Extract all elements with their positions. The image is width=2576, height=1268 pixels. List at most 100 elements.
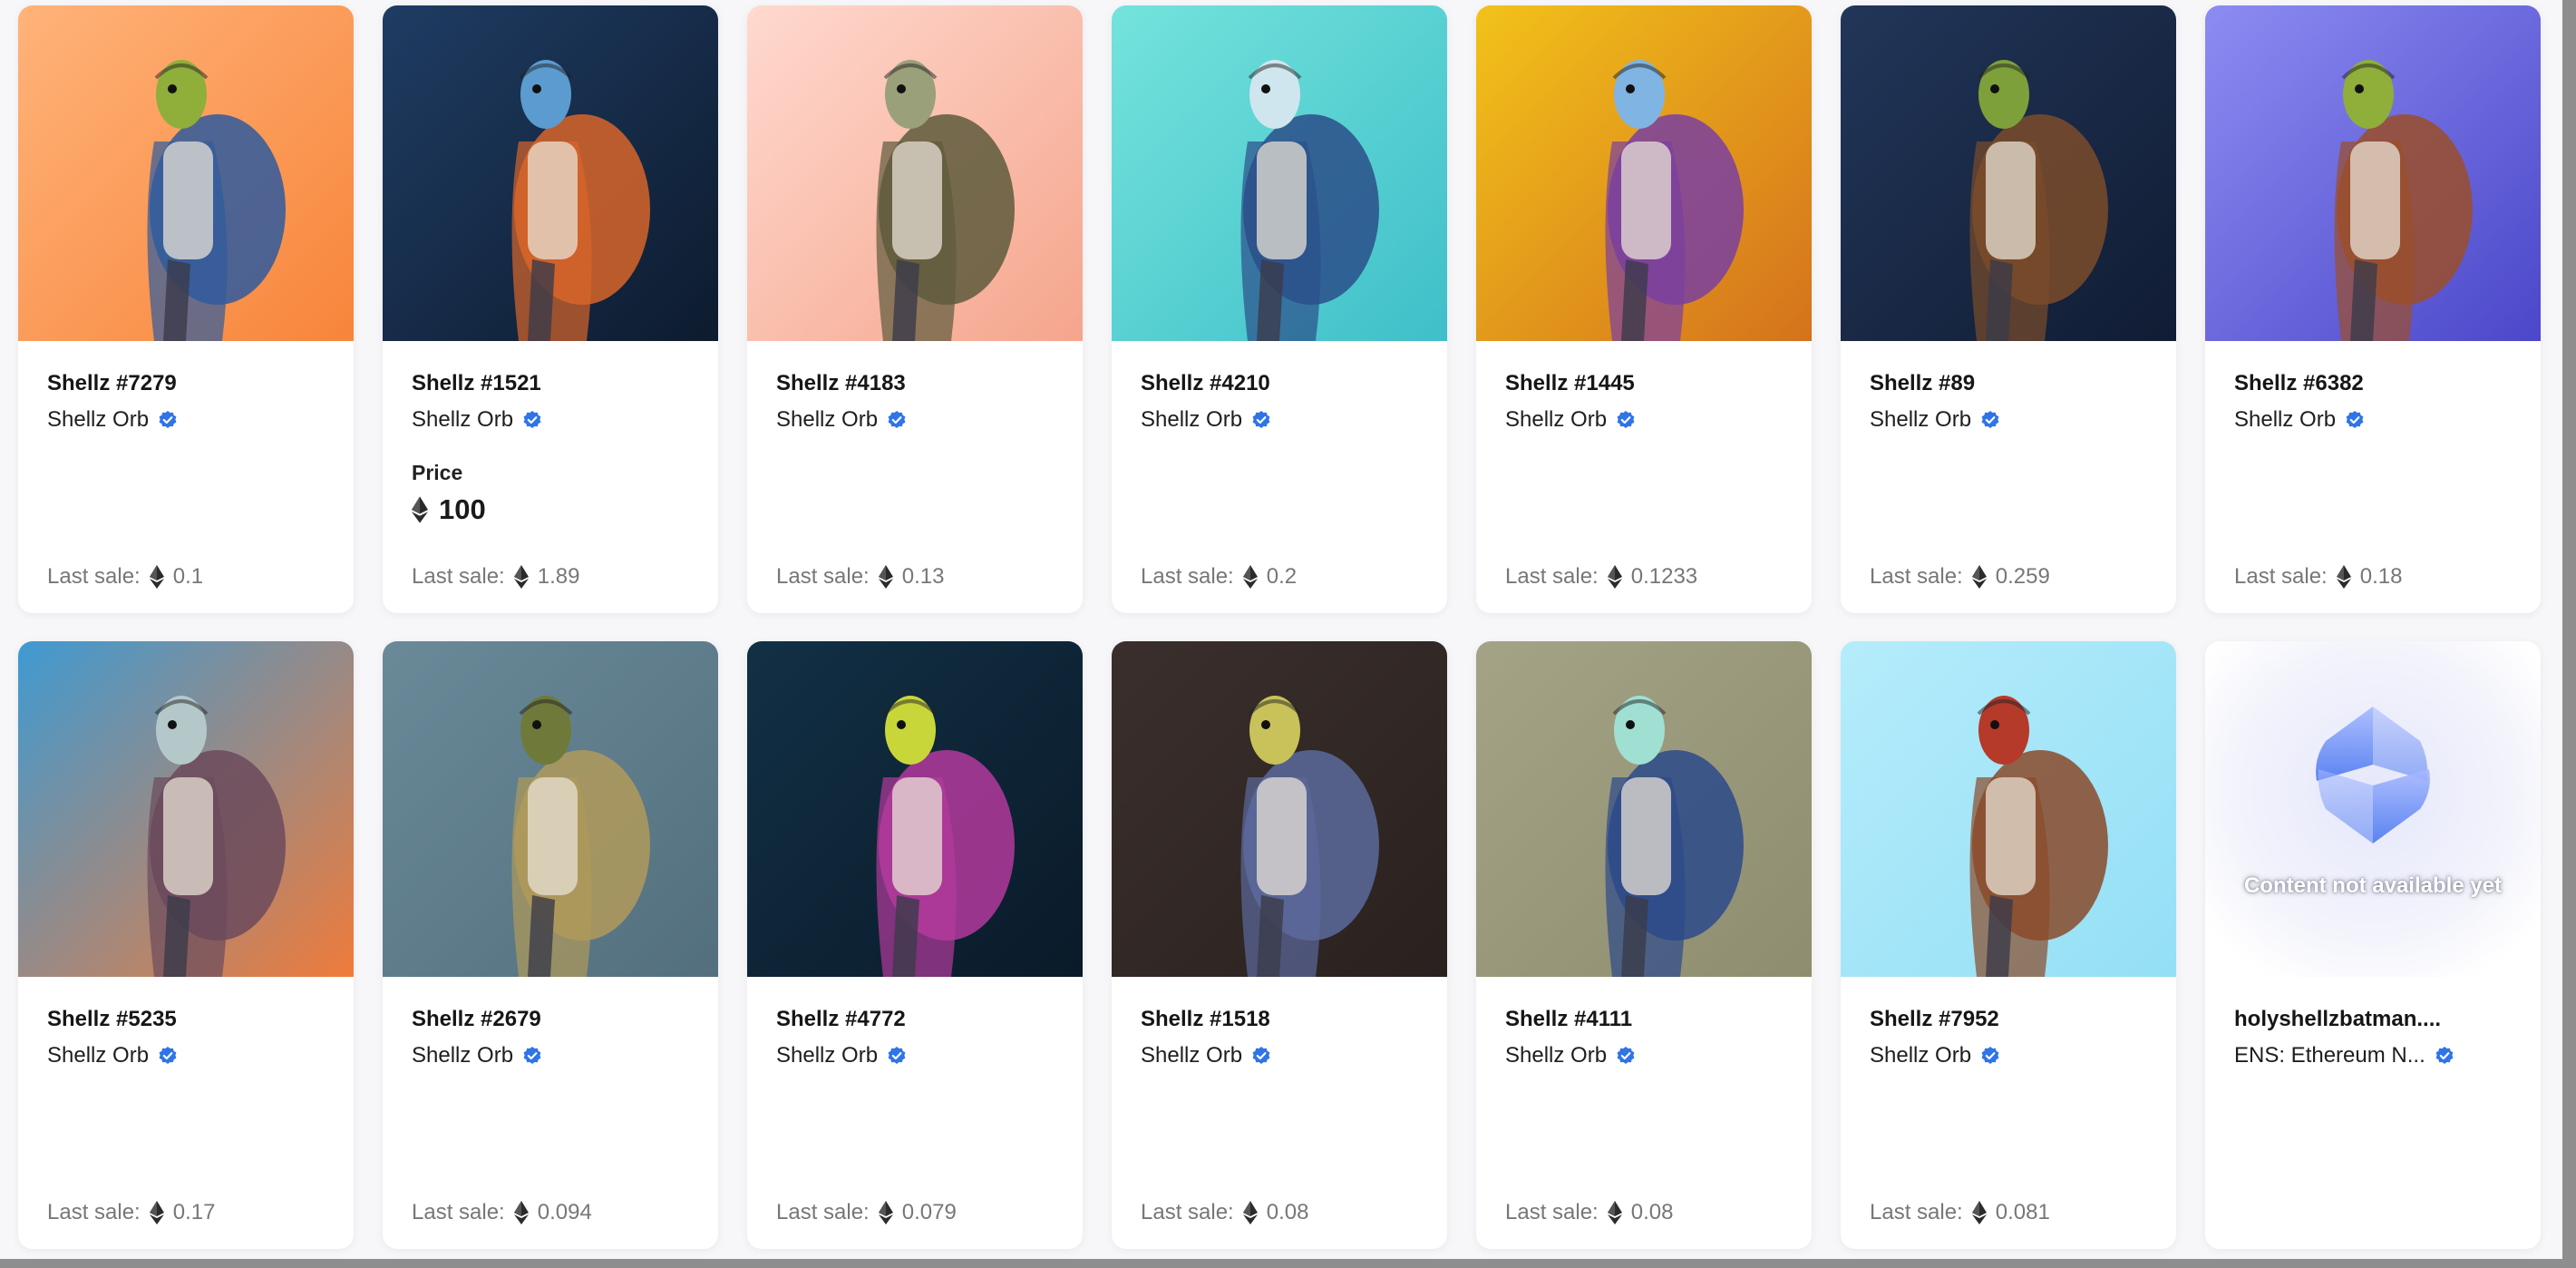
last-sale: Last sale: 0.259 — [1870, 564, 2050, 590]
last-sale-value: 0.1233 — [1630, 564, 1698, 589]
price-label: Price — [412, 461, 463, 484]
collection-name[interactable]: Shellz Orb — [776, 1042, 907, 1069]
collection-name[interactable]: Shellz Orb — [47, 1042, 178, 1069]
nft-name[interactable]: Shellz #7952 — [1870, 1007, 2142, 1032]
nft-image-placeholder[interactable]: Content not available yet — [2205, 641, 2541, 977]
ethereum-icon — [149, 1201, 164, 1224]
nft-image[interactable] — [1841, 641, 2176, 977]
last-sale: Last sale: 0.094 — [412, 1200, 592, 1225]
collection-name[interactable]: Shellz Orb — [1505, 406, 1636, 434]
last-sale: Last sale: 0.17 — [47, 1200, 215, 1225]
nft-card[interactable]: Shellz #4210 Shellz Orb Last sale: 0.2 — [1112, 5, 1447, 613]
ethereum-icon — [2336, 565, 2351, 589]
collection-name[interactable]: Shellz Orb — [412, 406, 542, 434]
ethereum-icon — [1971, 1201, 1987, 1224]
nft-image[interactable] — [1476, 5, 1812, 341]
nft-card[interactable]: Shellz #1521 Shellz Orb Price 100 Last sale:… — [383, 5, 718, 613]
last-sale: Last sale: 0.08 — [1505, 1200, 1673, 1225]
collection-name[interactable]: ENS: Ethereum N... — [2234, 1042, 2454, 1069]
nft-image[interactable] — [383, 641, 718, 977]
nft-name[interactable]: Shellz #2679 — [412, 1007, 684, 1032]
nft-name[interactable]: Shellz #7279 — [47, 371, 319, 396]
nft-name[interactable]: Shellz #4183 — [776, 371, 1048, 396]
nft-image[interactable] — [1841, 5, 2176, 341]
last-sale-value: 0.17 — [172, 1200, 216, 1224]
verified-check-icon — [887, 1046, 907, 1066]
collection-name[interactable]: Shellz Orb — [776, 406, 907, 434]
nft-name[interactable]: Shellz #5235 — [47, 1007, 319, 1032]
collection-name[interactable]: Shellz Orb — [47, 406, 178, 434]
ethereum-icon — [1242, 565, 1258, 589]
last-sale-value: 0.081 — [1995, 1200, 2050, 1224]
nft-name[interactable]: Shellz #4772 — [776, 1007, 1048, 1032]
last-sale-label: Last sale: — [1141, 564, 1234, 589]
last-sale: Last sale: 0.1233 — [1505, 564, 1697, 590]
last-sale: Last sale: 0.1 — [47, 564, 203, 590]
nft-card[interactable]: Shellz #7279 Shellz Orb Last sale: 0.1 — [18, 5, 354, 613]
last-sale-value: 0.08 — [1266, 1200, 1309, 1224]
verified-check-icon — [887, 410, 907, 430]
nft-card[interactable]: Shellz #4772 Shellz Orb Last sale: 0.079 — [747, 641, 1083, 1249]
nft-card[interactable]: Shellz #2679 Shellz Orb Last sale: 0.094 — [383, 641, 718, 1249]
collection-name[interactable]: Shellz Orb — [1870, 406, 2000, 434]
last-sale-value: 0.1 — [172, 564, 204, 589]
content-unavailable-text: Content not available yet — [2243, 873, 2503, 898]
nft-image[interactable] — [747, 5, 1083, 341]
last-sale: Last sale: 0.18 — [2234, 564, 2402, 590]
verified-check-icon — [522, 410, 542, 430]
nft-image[interactable] — [383, 5, 718, 341]
nft-name[interactable]: holyshellzbatman.... — [2234, 1007, 2506, 1032]
collection-name[interactable]: Shellz Orb — [412, 1042, 542, 1069]
nft-card[interactable]: Shellz #1445 Shellz Orb Last sale: 0.1233 — [1476, 5, 1812, 613]
last-sale: Last sale: 0.079 — [776, 1200, 957, 1225]
nft-card[interactable]: Content not available yet holyshellzbatma… — [2205, 641, 2541, 1249]
ethereum-icon — [513, 565, 529, 589]
nft-name[interactable]: Shellz #1445 — [1505, 371, 1777, 396]
nft-card[interactable]: Shellz #89 Shellz Orb Last sale: 0.259 — [1841, 5, 2176, 613]
verified-check-icon — [158, 1046, 178, 1066]
last-sale-label: Last sale: — [47, 564, 141, 589]
last-sale: Last sale: 0.2 — [1141, 564, 1297, 590]
nft-image[interactable] — [1112, 5, 1447, 341]
last-sale: Last sale: 1.89 — [412, 564, 579, 590]
nft-name[interactable]: Shellz #6382 — [2234, 371, 2506, 396]
collection-name[interactable]: Shellz Orb — [2234, 406, 2365, 434]
nft-card[interactable]: Shellz #4111 Shellz Orb Last sale: 0.08 — [1476, 641, 1812, 1249]
nft-image[interactable] — [2205, 5, 2541, 341]
verified-check-icon — [1980, 410, 2000, 430]
nft-card[interactable]: Shellz #1518 Shellz Orb Last sale: 0.08 — [1112, 641, 1447, 1249]
nft-card[interactable]: Shellz #6382 Shellz Orb Last sale: 0.18 — [2205, 5, 2541, 613]
collection-name[interactable]: Shellz Orb — [1505, 1042, 1636, 1069]
verified-check-icon — [1980, 1046, 2000, 1066]
nft-name[interactable]: Shellz #4210 — [1141, 371, 1413, 396]
last-sale-label: Last sale: — [1870, 1200, 1963, 1224]
nft-card[interactable]: Shellz #4183 Shellz Orb Last sale: 0.13 — [747, 5, 1083, 613]
verified-check-icon — [158, 410, 178, 430]
nft-name[interactable]: Shellz #1518 — [1141, 1007, 1413, 1032]
nft-name[interactable]: Shellz #89 — [1870, 371, 2142, 396]
ethereum-icon — [513, 1201, 529, 1224]
ethereum-icon — [878, 565, 893, 589]
collection-name[interactable]: Shellz Orb — [1141, 406, 1271, 434]
verified-check-icon — [1616, 410, 1636, 430]
nft-card[interactable]: Shellz #7952 Shellz Orb Last sale: 0.081 — [1841, 641, 2176, 1249]
nft-image[interactable] — [18, 641, 354, 977]
ethereum-icon — [412, 496, 428, 523]
last-sale-label: Last sale: — [776, 1200, 870, 1224]
last-sale-value: 0.094 — [537, 1200, 592, 1224]
nft-image[interactable] — [18, 5, 354, 341]
last-sale: Last sale: 0.13 — [776, 564, 944, 590]
collection-name[interactable]: Shellz Orb — [1870, 1042, 2000, 1069]
nft-grid-viewport: Shellz #7279 Shellz Orb Last sale: 0.1 Shell… — [0, 0, 2562, 1259]
nft-image[interactable] — [1112, 641, 1447, 977]
ethereum-icon — [1607, 565, 1622, 589]
nft-name[interactable]: Shellz #4111 — [1505, 1007, 1777, 1032]
collection-name[interactable]: Shellz Orb — [1141, 1042, 1271, 1069]
price-value: 100 — [412, 493, 486, 526]
nft-image[interactable] — [747, 641, 1083, 977]
last-sale-label: Last sale: — [1870, 564, 1963, 589]
nft-card[interactable]: Shellz #5235 Shellz Orb Last sale: 0.17 — [18, 641, 354, 1249]
nft-name[interactable]: Shellz #1521 — [412, 371, 684, 396]
verified-check-icon — [1251, 410, 1271, 430]
nft-image[interactable] — [1476, 641, 1812, 977]
